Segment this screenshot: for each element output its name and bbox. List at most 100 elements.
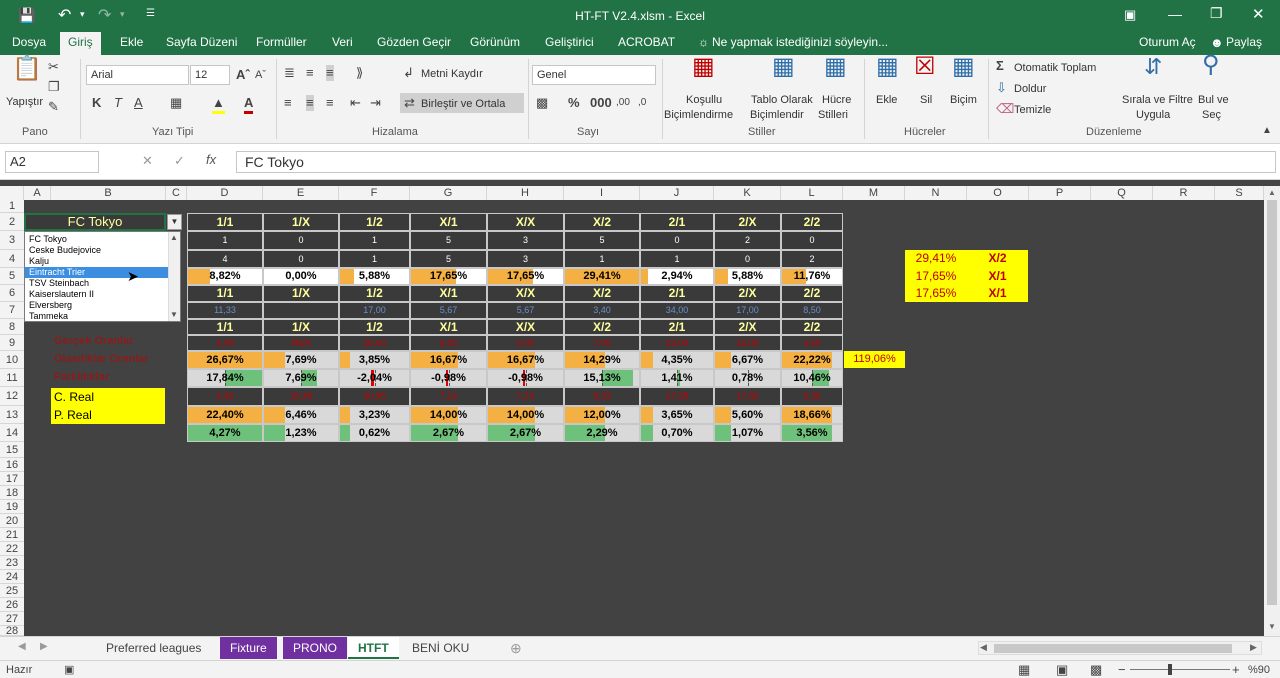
pct-cell[interactable]: 2,94%	[640, 268, 714, 285]
p-real-cell[interactable]: 3,65%	[640, 406, 714, 424]
wrap-text-button[interactable]: Metni Kaydır	[421, 67, 483, 81]
header-cell[interactable]: 1/2	[339, 319, 410, 335]
pct-cell[interactable]: 8,82%	[187, 268, 263, 285]
header-cell[interactable]: 2/1	[640, 319, 714, 335]
row-header[interactable]: 28	[0, 626, 24, 637]
row-header[interactable]: 3	[0, 231, 24, 250]
actual-odds-cell[interactable]: 23,00	[640, 335, 714, 351]
vertical-scroll-thumb[interactable]	[1267, 200, 1277, 605]
header-cell[interactable]: X/1	[410, 319, 487, 335]
column-header-l[interactable]: L	[781, 186, 843, 200]
c-real-cell[interactable]: 17,86	[714, 387, 781, 406]
autosum-icon[interactable]: Σ	[996, 58, 1004, 74]
count-cell[interactable]: 3	[487, 231, 564, 250]
tab-formuller[interactable]: Formüller	[248, 32, 315, 55]
grow-font-icon[interactable]: Aˆ	[236, 67, 250, 83]
format-as-table-label-2[interactable]: Biçimlendir	[750, 108, 804, 122]
team-dropdown-list[interactable]: FC Tokyo Ceske Budejovice Kalju Eintrach…	[24, 231, 181, 322]
sheet-tab-prono[interactable]: PRONO	[283, 637, 348, 659]
header-cell[interactable]: 1/1	[187, 213, 263, 231]
actual-odds-cell[interactable]: 26,00	[339, 335, 410, 351]
find-select-label-1[interactable]: Bul ve	[1198, 93, 1229, 107]
count-cell[interactable]: 0	[640, 231, 714, 250]
find-select-label-2[interactable]: Seç	[1202, 108, 1221, 122]
team-select-dropdown-button[interactable]: ▼	[167, 214, 182, 230]
column-header-f[interactable]: F	[339, 186, 410, 200]
format-as-table-icon[interactable]: ▦	[772, 55, 795, 79]
column-header-i[interactable]: I	[564, 186, 640, 200]
tab-dosya[interactable]: Dosya	[4, 32, 54, 55]
header-cell[interactable]: X/X	[487, 285, 564, 302]
difference-cell[interactable]: -0,98%	[410, 369, 487, 387]
scroll-up-icon[interactable]: ▲	[1268, 188, 1276, 197]
pct-cell[interactable]: 5,88%	[714, 268, 781, 285]
column-header-k[interactable]: K	[714, 186, 781, 200]
orientation-icon[interactable]: ⟫	[356, 65, 363, 81]
probability-cell[interactable]: 14,29%	[564, 351, 640, 369]
select-all-corner[interactable]	[0, 186, 24, 200]
fill-button[interactable]: Doldur	[1014, 82, 1046, 96]
name-box[interactable]: A2	[5, 151, 99, 173]
font-size-box[interactable]: 12	[190, 65, 230, 85]
dropdown-scrollbar[interactable]	[168, 232, 180, 321]
difference-cell[interactable]: 0,78%	[714, 369, 781, 387]
header-cell[interactable]: X/X	[487, 319, 564, 335]
row-header[interactable]: 20	[0, 514, 24, 528]
count-cell[interactable]: 0	[263, 250, 339, 268]
collapse-ribbon-icon[interactable]: ▲	[1262, 123, 1272, 139]
count-cell[interactable]: 5	[410, 231, 487, 250]
actual-odds-cell[interactable]: 4,50	[781, 335, 843, 351]
minimize-icon[interactable]: —	[1168, 6, 1182, 22]
p-real-cell[interactable]: 3,23%	[339, 406, 410, 424]
count-cell[interactable]: 2	[781, 250, 843, 268]
row-header[interactable]: 18	[0, 486, 24, 500]
font-color-icon[interactable]: A	[244, 95, 254, 114]
c-real-cell[interactable]: 5,36	[781, 387, 843, 406]
difference-cell[interactable]: -2,04%	[339, 369, 410, 387]
next-sheet-icon[interactable]: ▶	[40, 641, 48, 652]
c-real-cell[interactable]: 7,14	[487, 387, 564, 406]
sort-filter-label-1[interactable]: Sırala ve Filtre	[1122, 93, 1193, 107]
sheet-tab-fixture[interactable]: Fixture	[220, 637, 277, 659]
actual-odds-cell[interactable]: 15,00	[714, 335, 781, 351]
share-button[interactable]: Paylaş	[1218, 32, 1270, 55]
underline-icon[interactable]: A	[134, 95, 143, 111]
header-cell[interactable]: 2/1	[640, 285, 714, 302]
row-header[interactable]: 7	[0, 302, 24, 319]
row-header[interactable]: 26	[0, 598, 24, 612]
sheet-tab-htft[interactable]: HTFT	[348, 637, 399, 659]
confirm-entry-icon[interactable]: ✓	[174, 153, 185, 169]
probability-cell[interactable]: 3,85%	[339, 351, 410, 369]
tell-me-search[interactable]: Ne yapmak istediğinizi söyleyin...	[704, 32, 896, 55]
column-header-d[interactable]: D	[187, 186, 263, 200]
format-painter-icon[interactable]: ✎	[48, 99, 59, 115]
pct-cell[interactable]: 0,00%	[263, 268, 339, 285]
signin-link[interactable]: Oturum Aç	[1131, 32, 1204, 55]
count-cell[interactable]: 1	[640, 250, 714, 268]
row-header[interactable]: 9	[0, 335, 24, 351]
top-result-cell[interactable]: X/2	[967, 250, 1028, 268]
result-cell[interactable]: 1,07%	[714, 424, 781, 442]
column-header-q[interactable]: Q	[1091, 186, 1153, 200]
count-cell[interactable]: 1	[564, 250, 640, 268]
sum-probabilities-cell[interactable]: 119,06%	[844, 351, 905, 368]
pct-cell[interactable]: 11,76%	[781, 268, 843, 285]
sort-filter-icon[interactable]: ⇵	[1144, 56, 1162, 78]
bold-icon[interactable]: K	[92, 95, 101, 111]
row-header[interactable]: 6	[0, 285, 24, 302]
probability-cell[interactable]: 26,67%	[187, 351, 263, 369]
header-cell[interactable]: X/2	[564, 213, 640, 231]
sheet-tab-beni-oku[interactable]: BENİ OKU	[402, 637, 479, 659]
count-cell[interactable]: 1	[339, 231, 410, 250]
p-real-cell[interactable]: 14,00%	[410, 406, 487, 424]
count-cell[interactable]: 2	[714, 231, 781, 250]
difference-cell[interactable]: 17,84%	[187, 369, 263, 387]
dropdown-item[interactable]: FC Tokyo	[29, 234, 67, 245]
hscroll-left-icon[interactable]: ◀	[980, 642, 987, 653]
count-cell[interactable]: 0	[263, 231, 339, 250]
number-format-box[interactable]: Genel	[532, 65, 656, 85]
row-header[interactable]: 14	[0, 424, 24, 442]
header-cell[interactable]: 1/2	[339, 213, 410, 231]
p-real-cell[interactable]: 12,00%	[564, 406, 640, 424]
cell-styles-label-2[interactable]: Stilleri	[818, 108, 848, 122]
